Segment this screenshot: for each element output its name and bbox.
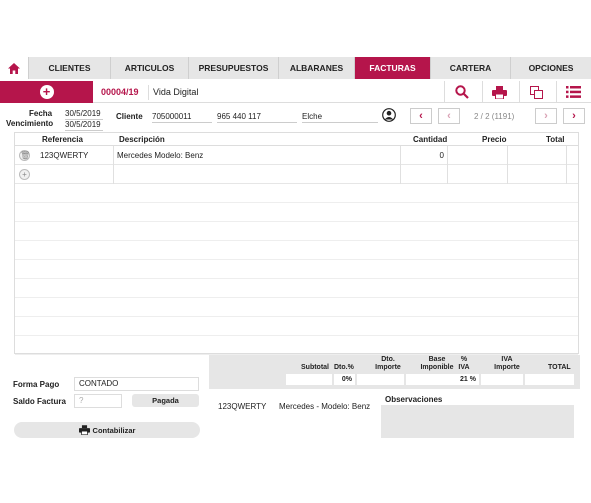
dto-importe-header: Dto. Importe xyxy=(375,356,401,371)
summary-reference: 123QWERTY xyxy=(218,402,267,411)
iva-importe-value xyxy=(481,374,523,385)
empty-row xyxy=(15,260,578,279)
empty-row xyxy=(15,241,578,260)
tab-clientes[interactable]: CLIENTES xyxy=(28,57,110,79)
dto-importe-value xyxy=(357,374,404,385)
add-invoice-button[interactable]: + xyxy=(0,81,93,103)
invoice-lines-table: Referencia Descripción Cantidad Precio T… xyxy=(14,132,579,355)
iva-pct-value[interactable]: 21 % xyxy=(455,374,479,385)
contabilizar-label: Contabilizar xyxy=(92,425,136,435)
menu-button[interactable] xyxy=(556,81,590,103)
list-menu-icon xyxy=(566,86,581,98)
cell-total xyxy=(508,146,567,165)
total-value xyxy=(525,374,574,385)
previous-record-button[interactable]: ‹ xyxy=(438,108,460,124)
dto-pct-value[interactable]: 0% xyxy=(334,374,355,385)
iva-pct-header: % IVA xyxy=(458,356,470,371)
tab-presupuestos[interactable]: PRESUPUESTOS xyxy=(188,57,278,79)
search-icon xyxy=(454,85,469,99)
new-row[interactable]: + xyxy=(15,165,578,184)
first-record-button[interactable]: ‹ xyxy=(410,108,432,124)
empty-row xyxy=(15,336,578,355)
client-name: Vida Digital xyxy=(148,85,442,100)
empty-row xyxy=(15,222,578,241)
tab-facturas[interactable]: FACTURAS xyxy=(354,57,430,79)
tab-opciones[interactable]: OPCIONES xyxy=(510,57,591,79)
phone-field[interactable]: 965 440 117 xyxy=(217,112,297,123)
column-descripcion: Descripción xyxy=(119,135,165,146)
invoice-number: 00004/19 xyxy=(101,87,139,97)
printer-icon xyxy=(78,425,90,435)
fecha-label: Fecha xyxy=(29,109,53,118)
cell-cantidad[interactable] xyxy=(401,165,448,184)
duplicate-button[interactable] xyxy=(519,81,553,103)
add-row-icon[interactable]: + xyxy=(19,169,30,180)
chevron-left-icon: ‹ xyxy=(419,110,423,122)
chevron-left-icon: ‹ xyxy=(447,110,451,122)
cell-cantidad[interactable]: 0 xyxy=(401,146,448,165)
city-field[interactable]: Elche xyxy=(302,112,378,123)
cell-precio[interactable] xyxy=(448,165,508,184)
tab-cartera[interactable]: CARTERA xyxy=(430,57,510,79)
cell-precio[interactable] xyxy=(448,146,508,165)
saldo-factura-label: Saldo Factura xyxy=(13,397,66,406)
cell-descripcion[interactable]: Mercedes Modelo: Benz xyxy=(114,146,401,165)
copy-icon xyxy=(530,85,543,99)
cliente-code-field[interactable]: 705000011 xyxy=(152,112,212,123)
plus-icon: + xyxy=(39,85,54,99)
iva-importe-header: IVA Importe xyxy=(494,356,520,371)
summary-description: Mercedes - Modelo: Benz xyxy=(279,402,371,411)
subtotal-value xyxy=(286,374,332,385)
last-record-button[interactable]: › xyxy=(563,108,585,124)
column-referencia: Referencia xyxy=(42,135,83,146)
print-button[interactable] xyxy=(482,81,516,103)
main-tab-bar: CLIENTES ARTICULOS PRESUPUESTOS ALBARANE… xyxy=(0,57,591,79)
saldo-factura-field[interactable]: ? xyxy=(74,394,122,408)
totals-panel: Subtotal Dto.% Dto. Importe Base Imponib… xyxy=(209,355,580,389)
tab-articulos[interactable]: ARTICULOS xyxy=(110,57,188,79)
table-row[interactable]: 🗑 123QWERTY Mercedes Modelo: Benz 0 xyxy=(15,146,578,165)
empty-row xyxy=(15,298,578,317)
document-toolbar: + 00004/19 Vida Digital xyxy=(0,81,591,103)
cell-total xyxy=(508,165,567,184)
total-header: TOTAL xyxy=(548,364,571,371)
empty-row xyxy=(15,317,578,336)
base-imponible-value xyxy=(406,374,457,385)
home-button[interactable] xyxy=(0,57,28,79)
observaciones-field[interactable] xyxy=(381,405,574,438)
tab-albaranes[interactable]: ALBARANES xyxy=(278,57,354,79)
observaciones-label: Observaciones xyxy=(385,395,443,404)
dto-pct-header: Dto.% xyxy=(334,364,354,371)
cell-descripcion[interactable] xyxy=(114,165,401,184)
forma-pago-label: Forma Pago xyxy=(13,380,60,389)
user-icon xyxy=(382,108,396,122)
empty-row xyxy=(15,184,578,203)
client-profile-button[interactable] xyxy=(382,108,396,124)
empty-row xyxy=(15,279,578,298)
search-button[interactable] xyxy=(444,81,478,103)
chevron-right-icon: › xyxy=(544,110,548,122)
chevron-right-icon: › xyxy=(572,110,576,122)
record-pager: 2 / 2 (1191) xyxy=(474,112,515,121)
vencimiento-label: Vencimiento xyxy=(6,119,54,128)
delete-row-icon[interactable]: 🗑 xyxy=(19,150,30,161)
column-cantidad: Cantidad xyxy=(413,135,448,146)
base-imponible-header: Base Imponible xyxy=(420,356,454,371)
column-total: Total xyxy=(546,135,565,146)
next-record-button[interactable]: › xyxy=(535,108,557,124)
vencimiento-field[interactable]: 30/5/2019 xyxy=(65,120,103,131)
printer-icon xyxy=(492,85,507,99)
subtotal-header: Subtotal xyxy=(301,364,329,371)
cell-referencia[interactable]: 123QWERTY xyxy=(37,146,114,165)
cliente-label: Cliente xyxy=(116,112,143,121)
empty-row xyxy=(15,203,578,222)
column-precio: Precio xyxy=(482,135,507,146)
home-icon xyxy=(8,62,20,74)
fecha-field[interactable]: 30/5/2019 xyxy=(65,109,103,120)
contabilizar-button[interactable]: Contabilizar xyxy=(14,422,200,438)
cell-referencia[interactable] xyxy=(37,165,114,184)
forma-pago-field[interactable]: CONTADO xyxy=(74,377,199,391)
pagada-button[interactable]: Pagada xyxy=(132,394,199,407)
